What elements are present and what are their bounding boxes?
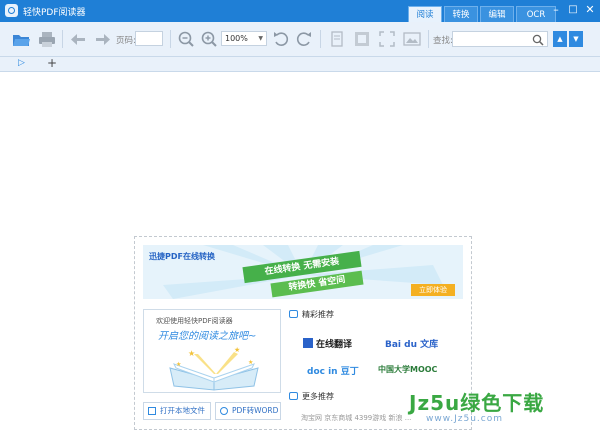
footer-links[interactable]: 淘宝网 京东商城 4399游戏 新浪 ... [301, 413, 411, 423]
open-book-illustration: ★ ★ ★ ★ [169, 346, 259, 391]
page-input[interactable] [135, 31, 163, 46]
page-label: 页码: [116, 36, 136, 46]
pdf-to-word-button[interactable]: PDF转WORD [215, 402, 281, 420]
svg-text:★: ★ [248, 359, 253, 366]
welcome-subtitle: 欢迎使用轻快PDF阅读器 [156, 317, 233, 325]
app-title: 轻快PDF阅读器 [23, 8, 86, 18]
thumbs-up-icon [289, 310, 298, 318]
svg-text:★: ★ [176, 361, 181, 368]
fullscreen-icon[interactable] [377, 29, 397, 49]
rotate-left-icon[interactable] [271, 29, 291, 49]
thumbs-up-icon [289, 392, 298, 400]
watermark: Jz5u绿色下载 [409, 391, 545, 415]
search-input[interactable] [452, 31, 548, 47]
fit-page-icon[interactable] [352, 29, 372, 49]
prev-page-icon[interactable] [69, 29, 89, 49]
separator [62, 30, 63, 48]
promo-banner[interactable]: 迅捷PDF在线转换 在线转换 无需安装 转换快 省空间 立即体验 [143, 245, 463, 299]
search-icon[interactable] [532, 34, 544, 46]
open-local-file-label: 打开本地文件 [160, 406, 205, 415]
maximize-button[interactable]: □ [565, 2, 581, 18]
welcome-heading: 开启您的阅读之旅吧~ [158, 331, 257, 342]
rotate-right-icon[interactable] [294, 29, 314, 49]
separator [320, 30, 321, 48]
svg-text:★: ★ [188, 349, 195, 358]
more-recommend-title: 更多推荐 [289, 391, 334, 402]
zoom-value: 100% [225, 34, 248, 43]
open-local-file-button[interactable]: 打开本地文件 [143, 402, 211, 420]
zoom-select[interactable]: 100% ▼ [221, 31, 267, 46]
image-icon[interactable] [402, 29, 422, 49]
convert-icon [220, 407, 228, 415]
search-label: 查找: [433, 36, 453, 46]
svg-text:★: ★ [234, 346, 240, 354]
open-folder-icon[interactable] [11, 29, 31, 49]
welcome-card: 欢迎使用轻快PDF阅读器 开启您的阅读之旅吧~ ★ ★ ★ ★ [143, 309, 281, 393]
close-button[interactable]: ✕ [582, 2, 598, 18]
chevron-down-icon: ▼ [258, 35, 263, 42]
title-bar: 轻快PDF阅读器 阅读 转换 编辑 OCR – □ ✕ [0, 0, 600, 22]
toolbar: 页码: 100% ▼ 查找: ▲ ▼ [0, 22, 600, 57]
logo-baidu-wenku[interactable]: Bai du 文库 [385, 337, 438, 350]
logo-mooc[interactable]: 中国大学MOOC [378, 364, 437, 375]
pdf-to-word-label: PDF转WORD [232, 406, 279, 415]
print-icon[interactable] [37, 29, 57, 49]
app-logo-icon [5, 4, 18, 17]
zoom-out-icon[interactable] [176, 29, 196, 49]
minimize-button[interactable]: – [548, 2, 564, 18]
next-page-icon[interactable] [93, 29, 113, 49]
search-prev-button[interactable]: ▲ [553, 31, 567, 47]
watermark-url: www.Jz5u.com [426, 414, 504, 424]
try-now-button[interactable]: 立即体验 [411, 284, 455, 296]
recommend-title-label: 精彩推荐 [302, 310, 334, 319]
logo-online-translate-label: 在线翻译 [316, 340, 353, 350]
tab-edit[interactable]: 编辑 [480, 6, 514, 22]
tab-read[interactable]: 阅读 [408, 6, 442, 22]
tab-convert[interactable]: 转换 [444, 6, 478, 22]
logo-docin[interactable]: doc in 豆丁 [307, 364, 359, 377]
logo-online-translate[interactable]: 在线翻译 [303, 337, 352, 350]
single-page-icon[interactable] [327, 29, 347, 49]
document-tab-strip: ▷ + [0, 56, 600, 72]
zoom-in-icon[interactable] [199, 29, 219, 49]
folder-icon [148, 407, 156, 415]
search-next-button[interactable]: ▼ [569, 31, 583, 47]
separator [428, 30, 429, 48]
add-tab-button[interactable]: + [47, 56, 57, 70]
recommend-title: 精彩推荐 [289, 309, 334, 320]
more-recommend-label: 更多推荐 [302, 392, 334, 401]
separator [170, 30, 171, 48]
expand-panel-icon[interactable]: ▷ [18, 58, 25, 68]
